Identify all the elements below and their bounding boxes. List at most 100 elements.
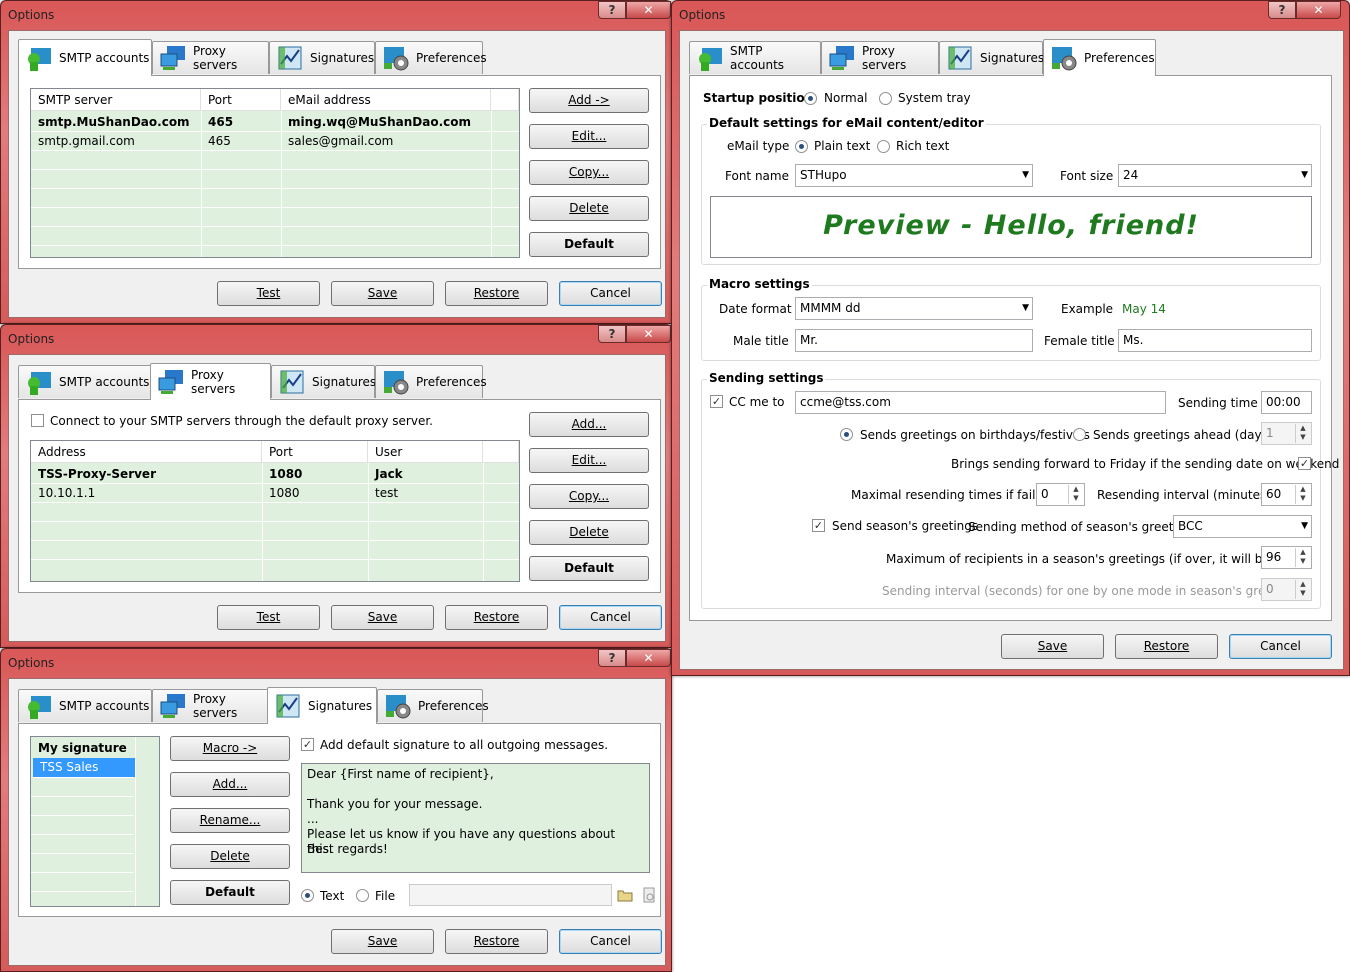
table-cell[interactable]: sales@gmail.com	[281, 132, 393, 151]
spin-arrows-icon[interactable]: ▲ ▼	[1295, 485, 1310, 504]
spin-arrows-icon[interactable]: ▲ ▼	[1068, 485, 1083, 504]
column-header-smtp-server[interactable]: SMTP server	[31, 89, 201, 111]
file-path-input[interactable]	[409, 884, 612, 906]
spin-arrows-icon[interactable]: ▲ ▼	[1295, 424, 1310, 443]
season-method-select[interactable]: BCC ▼	[1173, 515, 1312, 538]
text-radio[interactable]	[301, 889, 314, 902]
open-folder-icon[interactable]	[617, 887, 633, 903]
tab-proxy-servers[interactable]: Proxy servers	[821, 41, 939, 74]
sending-time-input[interactable]: 00:00	[1261, 391, 1312, 414]
tab-smtp-accounts[interactable]: SMTP accounts	[689, 41, 821, 74]
table-cell[interactable]: smtp.gmail.com	[31, 132, 135, 151]
column-header-email[interactable]: eMail address	[281, 89, 491, 111]
tab-preferences[interactable]: Preferences	[377, 689, 489, 722]
startup-normal-radio[interactable]	[804, 92, 817, 105]
plain-text-radio[interactable]	[795, 140, 808, 153]
rich-text-radio[interactable]	[877, 140, 890, 153]
tab-signatures[interactable]: Signatures	[267, 687, 377, 724]
help-button[interactable]: ?	[1268, 1, 1296, 19]
table-cell[interactable]: 465	[201, 113, 233, 132]
font-size-select[interactable]: 24 ▼	[1118, 164, 1312, 187]
restore-button[interactable]: Restore	[445, 605, 548, 630]
cancel-button[interactable]: Cancel	[1229, 634, 1332, 659]
save-button[interactable]: Save	[1001, 634, 1104, 659]
tab-preferences[interactable]: Preferences	[375, 41, 487, 74]
default-proxy-button[interactable]: Default	[529, 556, 649, 581]
file-view-icon[interactable]	[641, 887, 657, 903]
default-signature-button[interactable]: Default	[170, 880, 290, 905]
friday-checkbox[interactable]: ✓	[1298, 457, 1311, 470]
cc-email-input[interactable]: ccme@tss.com	[795, 391, 1166, 414]
rename-signature-button[interactable]: Rename...	[170, 808, 290, 833]
startup-tray-radio[interactable]	[879, 92, 892, 105]
edit-smtp-button[interactable]: Edit...	[529, 124, 649, 149]
female-title-input[interactable]: Ms.	[1118, 329, 1312, 352]
spin-arrows-icon[interactable]: ▲ ▼	[1295, 548, 1310, 567]
delete-signature-button[interactable]: Delete	[170, 844, 290, 869]
interval-seconds-input[interactable]: 0 ▲ ▼	[1261, 578, 1312, 601]
column-header-port[interactable]: Port	[201, 89, 281, 111]
column-header-address[interactable]: Address	[31, 441, 262, 463]
table-cell[interactable]: ming.wq@MuShanDao.com	[281, 113, 471, 132]
save-button[interactable]: Save	[331, 605, 434, 630]
max-recipients-input[interactable]: 96 ▲ ▼	[1261, 546, 1312, 569]
close-button[interactable]: ✕	[626, 325, 671, 343]
test-button[interactable]: Test	[217, 605, 320, 630]
use-proxy-checkbox[interactable]	[31, 414, 44, 427]
column-header-port[interactable]: Port	[262, 441, 368, 463]
tab-preferences[interactable]: Preferences	[375, 365, 487, 398]
tab-smtp-accounts[interactable]: SMTP accounts	[18, 39, 152, 76]
delete-proxy-button[interactable]: Delete	[529, 520, 649, 545]
greet-ahead-radio[interactable]	[1073, 428, 1086, 441]
signature-list[interactable]: My signature TSS Sales	[30, 736, 160, 907]
tab-proxy-servers[interactable]: Proxy servers	[150, 363, 271, 400]
signature-item[interactable]: TSS Sales	[33, 758, 135, 777]
cancel-button[interactable]: Cancel	[559, 281, 662, 306]
table-cell[interactable]: test	[368, 484, 398, 503]
macro-button[interactable]: Macro ->	[170, 736, 290, 761]
delete-smtp-button[interactable]: Delete	[529, 196, 649, 221]
male-title-input[interactable]: Mr.	[795, 329, 1033, 352]
help-button[interactable]: ?	[598, 325, 626, 343]
help-button[interactable]: ?	[598, 1, 626, 19]
table-cell[interactable]: 465	[201, 132, 231, 151]
add-default-signature-checkbox[interactable]: ✓	[301, 738, 314, 751]
restore-button[interactable]: Restore	[445, 929, 548, 954]
tab-smtp-accounts[interactable]: SMTP accounts	[18, 365, 152, 398]
table-cell[interactable]: Jack	[368, 465, 403, 484]
tab-signatures[interactable]: Signatures	[269, 41, 375, 74]
table-cell[interactable]: TSS-Proxy-Server	[31, 465, 156, 484]
restore-button[interactable]: Restore	[1115, 634, 1218, 659]
tab-proxy-servers[interactable]: Proxy servers	[152, 689, 269, 722]
greet-ahead-days-input[interactable]: 1 ▲ ▼	[1261, 422, 1312, 445]
column-header-user[interactable]: User	[368, 441, 483, 463]
season-greetings-checkbox[interactable]: ✓	[812, 519, 825, 532]
tab-smtp-accounts[interactable]: SMTP accounts	[18, 689, 152, 722]
tab-proxy-servers[interactable]: Proxy servers	[152, 41, 269, 74]
tab-signatures[interactable]: Signatures	[271, 365, 376, 398]
signature-item[interactable]: My signature	[31, 739, 135, 758]
save-button[interactable]: Save	[331, 281, 434, 306]
proxy-server-list[interactable]: Address Port User TSS-Proxy-Server 1080 …	[30, 440, 520, 582]
smtp-server-list[interactable]: SMTP server Port eMail address smtp.MuSh…	[30, 88, 520, 258]
signature-body-editor[interactable]: Dear {First name of recipient}, Thank yo…	[301, 763, 650, 873]
cancel-button[interactable]: Cancel	[559, 605, 662, 630]
add-proxy-button[interactable]: Add...	[529, 412, 649, 437]
resend-interval-input[interactable]: 60 ▲ ▼	[1261, 483, 1312, 506]
restore-button[interactable]: Restore	[445, 281, 548, 306]
edit-proxy-button[interactable]: Edit...	[529, 448, 649, 473]
close-button[interactable]: ✕	[626, 649, 671, 667]
add-signature-button[interactable]: Add...	[170, 772, 290, 797]
table-cell[interactable]: smtp.MuShanDao.com	[31, 113, 190, 132]
table-cell[interactable]: 10.10.1.1	[31, 484, 95, 503]
spin-arrows-icon[interactable]: ▲ ▼	[1295, 580, 1310, 599]
font-name-select[interactable]: STHupo ▼	[795, 164, 1033, 187]
save-button[interactable]: Save	[331, 929, 434, 954]
cancel-button[interactable]: Cancel	[559, 929, 662, 954]
copy-proxy-button[interactable]: Copy...	[529, 484, 649, 509]
close-button[interactable]: ✕	[626, 1, 671, 19]
table-cell[interactable]: 1080	[262, 465, 302, 484]
tab-preferences[interactable]: Preferences	[1043, 39, 1156, 76]
close-button[interactable]: ✕	[1296, 1, 1341, 19]
table-cell[interactable]: 1080	[262, 484, 300, 503]
